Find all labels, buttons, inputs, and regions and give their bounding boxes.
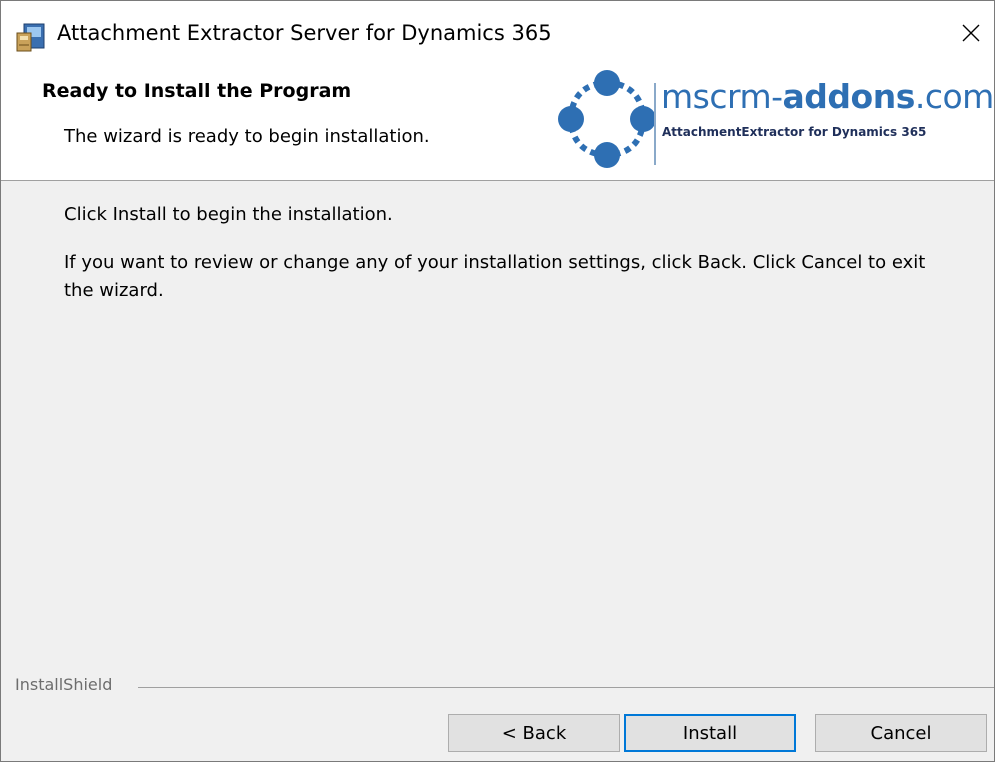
instruction-text: Click Install to begin the installation. [64,204,393,225]
install-button[interactable]: Install [624,714,796,752]
window-title: Attachment Extractor Server for Dynamics… [57,21,552,45]
back-button[interactable]: < Back [448,714,620,752]
logo-mark-icon [557,69,657,169]
logo-brand: mscrm-addons.com [661,77,994,116]
installer-icon [15,21,47,53]
wizard-header: Ready to Install the Program The wizard … [1,63,994,181]
page-subtitle: The wizard is ready to begin installatio… [64,126,430,147]
installshield-label: InstallShield [15,675,113,694]
logo-divider [654,83,656,165]
close-button[interactable] [948,15,994,55]
review-text: If you want to review or change any of y… [64,252,926,301]
footer-divider [138,687,994,688]
cancel-button[interactable]: Cancel [815,714,987,752]
logo-tagline: AttachmentExtractor for Dynamics 365 [662,125,927,139]
logo-brand-suffix: .com [914,77,994,116]
title-bar: Attachment Extractor Server for Dynamics… [1,1,994,63]
logo-brand-bold: addons [782,77,916,116]
close-icon [961,23,981,47]
mscrm-addons-logo: mscrm-addons.com AttachmentExtractor for… [557,69,994,169]
logo-brand-prefix: mscrm- [661,77,783,116]
installer-dialog: Attachment Extractor Server for Dynamics… [0,0,995,762]
page-title: Ready to Install the Program [42,80,352,102]
